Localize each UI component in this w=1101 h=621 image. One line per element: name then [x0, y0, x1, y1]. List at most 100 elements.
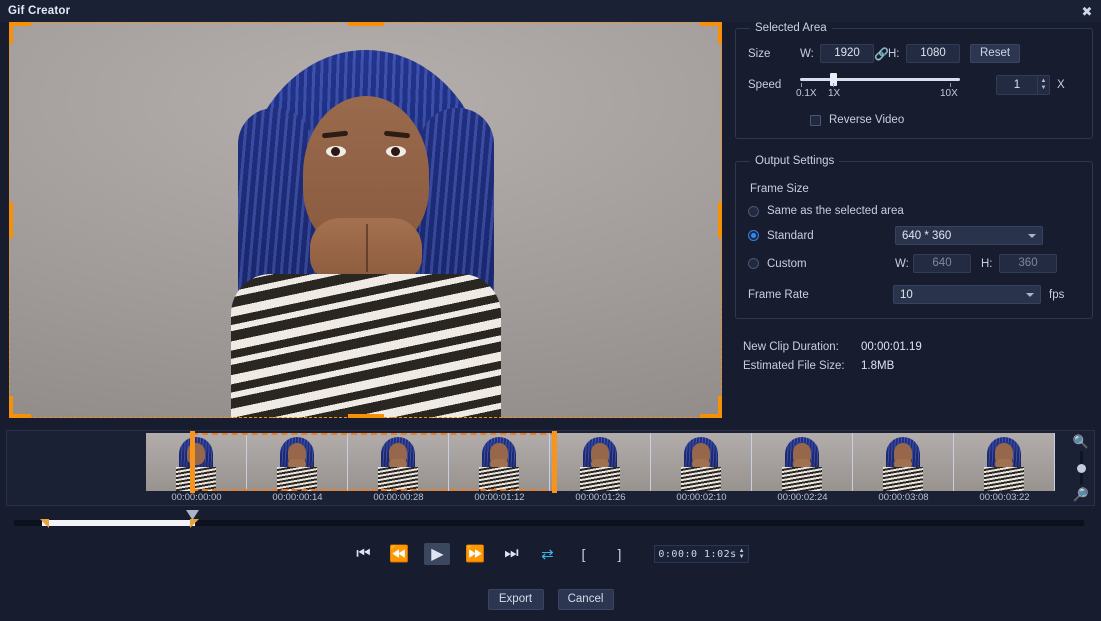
filesize-label: Estimated File Size: [743, 360, 861, 372]
output-settings-group: Output Settings Frame Size Same as the s… [735, 155, 1093, 319]
timestamp: 00:00:02:24 [752, 492, 853, 503]
crop-handle-left-middle[interactable] [9, 202, 13, 238]
chain-link-icon[interactable]: 🔗 [874, 47, 888, 61]
selected-area-group: Selected Area Size W: 1920 🔗 H: 1080 Res… [735, 22, 1093, 139]
close-icon[interactable]: ✖ [1077, 2, 1097, 20]
zoom-in-icon[interactable]: 🔍 [1073, 435, 1089, 448]
zoom-out-icon[interactable]: 🔎 [1073, 488, 1089, 501]
play-icon[interactable]: ▶ [424, 543, 450, 565]
reverse-video-row[interactable]: Reverse Video [810, 114, 1080, 126]
timestamp: 00:00:01:12 [449, 492, 550, 503]
skip-to-start-icon[interactable]: ⏮ [352, 543, 374, 565]
timeline-trim-end-marker[interactable] [552, 431, 557, 493]
mark-out-icon[interactable]: ] [608, 543, 630, 565]
reverse-video-checkbox[interactable] [810, 115, 821, 126]
filmstrip-frame[interactable] [247, 433, 348, 491]
timestamp: 00:00:01:26 [550, 492, 651, 503]
custom-width-label: W: [895, 258, 913, 270]
crop-handle-right-middle[interactable] [718, 202, 722, 238]
filmstrip-frame[interactable] [449, 433, 550, 491]
frame-size-option-standard[interactable]: Standard 640 * 360 [748, 226, 1080, 245]
filmstrip-frame[interactable] [752, 433, 853, 491]
option-same-label: Same as the selected area [767, 205, 904, 217]
crop-handle-top-left-b[interactable] [9, 22, 31, 26]
video-preview-area[interactable] [9, 22, 722, 418]
timeline-zoom-controls[interactable]: 🔍 🔎 [1070, 433, 1092, 503]
crop-handle-bottom-left-b[interactable] [9, 414, 31, 418]
summary-section: New Clip Duration: 00:00:01.19 Estimated… [743, 341, 1093, 372]
cancel-button[interactable]: Cancel [558, 589, 614, 610]
timestamp: 00:00:00:28 [348, 492, 449, 503]
dialog-footer: Export Cancel [0, 586, 1101, 612]
radio-standard[interactable] [748, 230, 759, 241]
filesize-value: 1.8MB [861, 360, 894, 372]
next-frame-icon[interactable]: ⏩ [464, 543, 486, 565]
frame-rate-value: 10 [900, 289, 913, 301]
speed-unit: X [1057, 79, 1065, 91]
filmstrip-frame[interactable] [550, 433, 651, 491]
filmstrip-frame[interactable] [348, 433, 449, 491]
speed-slider-track[interactable] [800, 78, 960, 81]
radio-same-as-selected[interactable] [748, 206, 759, 217]
timeline-zoom-slider[interactable] [1080, 451, 1083, 485]
size-label: Size [748, 48, 800, 60]
filmstrip-frame[interactable] [146, 433, 247, 491]
timestamp: 00:00:02:10 [651, 492, 752, 503]
scrubber-selection-range [42, 520, 195, 526]
height-label: H: [888, 48, 906, 60]
export-button[interactable]: Export [488, 589, 544, 610]
chevron-down-icon [1028, 234, 1036, 238]
timestamp: 00:00:03:08 [853, 492, 954, 503]
speed-min-label: 0.1X [796, 88, 817, 99]
speed-stepper[interactable]: 1 ▲▼ [996, 75, 1050, 95]
speed-mid-label: 1X [828, 88, 840, 99]
window-title: Gif Creator [8, 5, 70, 17]
timecode-stepper-arrows[interactable]: ▲▼ [739, 548, 745, 560]
chevron-down-icon-framerate [1026, 293, 1034, 297]
timecode-field[interactable]: 0:00:0 1:02s ▲▼ [654, 545, 748, 563]
crop-handle-top-right-b[interactable] [700, 22, 722, 26]
timeline-zoom-slider-knob[interactable] [1077, 464, 1086, 473]
filmstrip[interactable] [146, 433, 1055, 491]
frame-size-option-same[interactable]: Same as the selected area [748, 205, 1080, 217]
title-bar: Gif Creator ✖ [0, 0, 1101, 22]
speed-label: Speed [748, 79, 800, 91]
scrubber-playhead[interactable] [186, 510, 199, 520]
filmstrip-frame[interactable] [853, 433, 954, 491]
custom-width-input[interactable]: 640 [913, 254, 971, 273]
loop-icon[interactable]: ⇄ [536, 543, 558, 565]
frame-rate-select[interactable]: 10 [893, 285, 1041, 304]
duration-label: New Clip Duration: [743, 341, 861, 353]
speed-stepper-arrows[interactable]: ▲▼ [1037, 76, 1049, 94]
skip-to-end-icon[interactable]: ⏭ [500, 543, 522, 565]
frame-size-option-custom[interactable]: Custom W: 640 H: 360 [748, 254, 1080, 273]
crop-handle-bottom-middle[interactable] [348, 414, 384, 418]
speed-value[interactable]: 1 [997, 79, 1037, 91]
reset-button[interactable]: Reset [970, 44, 1020, 63]
timeline[interactable]: 00:00:00:00 00:00:00:14 00:00:00:28 00:0… [6, 430, 1095, 506]
preview-frame-image [9, 22, 722, 418]
mark-in-icon[interactable]: [ [572, 543, 594, 565]
crop-handle-bottom-right-b[interactable] [700, 414, 722, 418]
timestamp: 00:00:03:22 [954, 492, 1055, 503]
frame-rate-unit: fps [1049, 289, 1064, 301]
speed-max-label: 10X [940, 88, 958, 99]
frame-rate-label: Frame Rate [748, 289, 893, 301]
filmstrip-frame[interactable] [954, 433, 1055, 491]
custom-height-input[interactable]: 360 [999, 254, 1057, 273]
timecode-value[interactable]: 0:00:0 1:02s [658, 549, 736, 560]
option-custom-label: Custom [767, 258, 895, 270]
height-input[interactable]: 1080 [906, 44, 960, 63]
scrubber[interactable] [14, 512, 1084, 534]
transport-controls: ⏮ ⏪ ▶ ⏩ ⏭ ⇄ [ ] 0:00:0 1:02s ▲▼ [0, 540, 1101, 568]
timeline-trim-start-marker[interactable] [190, 431, 195, 493]
timeline-timestamps: 00:00:00:00 00:00:00:14 00:00:00:28 00:0… [146, 492, 1055, 503]
previous-frame-icon[interactable]: ⏪ [388, 543, 410, 565]
speed-slider[interactable]: 0.1X 1X 10X [800, 72, 960, 98]
timestamp: 00:00:00:00 [146, 492, 247, 503]
width-input[interactable]: 1920 [820, 44, 874, 63]
radio-custom[interactable] [748, 258, 759, 269]
filmstrip-frame[interactable] [651, 433, 752, 491]
crop-handle-top-middle[interactable] [348, 22, 384, 26]
standard-size-select[interactable]: 640 * 360 [895, 226, 1043, 245]
